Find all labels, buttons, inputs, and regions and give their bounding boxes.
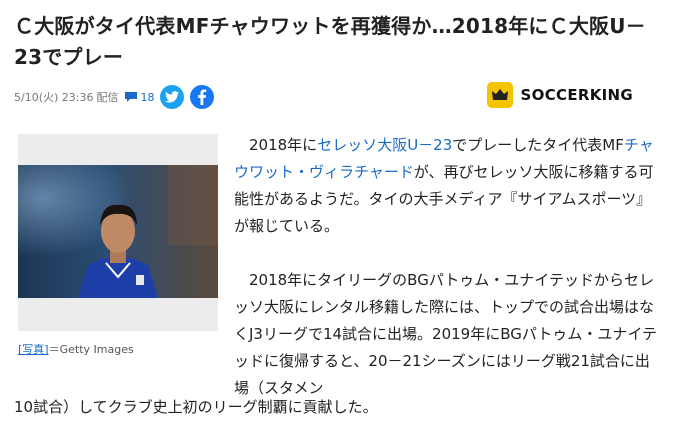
text-run: 2018年に (249, 136, 318, 154)
soccerking-logo-icon (486, 82, 513, 108)
publish-date: 5/10(火) 23:36 (14, 91, 94, 104)
publish-type: 配信 (96, 91, 119, 104)
comment-link[interactable]: 18 (124, 91, 154, 104)
article-title: Ｃ大阪がタイ代表MFチャウワットを再獲得か…2018年にＣ大阪U－23でプレー (14, 14, 646, 69)
twitter-icon (165, 91, 180, 103)
facebook-share-button[interactable] (190, 85, 215, 109)
article-figure[interactable] (18, 134, 218, 331)
paragraph-2: 2018年にタイリーグのBGパトゥム・ユナイテッドからセレッソ大阪にレンタル移籍… (234, 271, 658, 397)
facebook-icon (198, 89, 207, 105)
photo-caption-link[interactable]: [写真] (18, 343, 49, 356)
photo-caption: [写真]＝Getty Images (18, 341, 134, 357)
comment-count: 18 (140, 90, 155, 104)
paragraph-1: 2018年にセレッソ大阪U－23でプレーしたタイ代表MFチャウワット・ヴィラチャ… (234, 132, 664, 240)
paragraph-2-continued: 10試合）してクラブ史上初のリーグ制覇に貢献した。 (14, 398, 378, 416)
article-meta: 5/10(火) 23:36 配信 18 (14, 85, 220, 109)
text-run: でプレーしたタイ代表MF (452, 136, 624, 154)
player-photo[interactable] (18, 165, 218, 298)
brand-name: SOCCERKING (520, 86, 633, 104)
team-link[interactable]: セレッソ大阪U－23 (317, 136, 452, 154)
photo-credit: ＝Getty Images (48, 343, 134, 356)
twitter-share-button[interactable] (160, 85, 185, 109)
comment-icon (125, 92, 138, 102)
publisher-brand[interactable]: SOCCERKING (486, 82, 633, 108)
article-body: 2018年にセレッソ大阪U－23でプレーしたタイ代表MFチャウワット・ヴィラチャ… (234, 132, 664, 402)
